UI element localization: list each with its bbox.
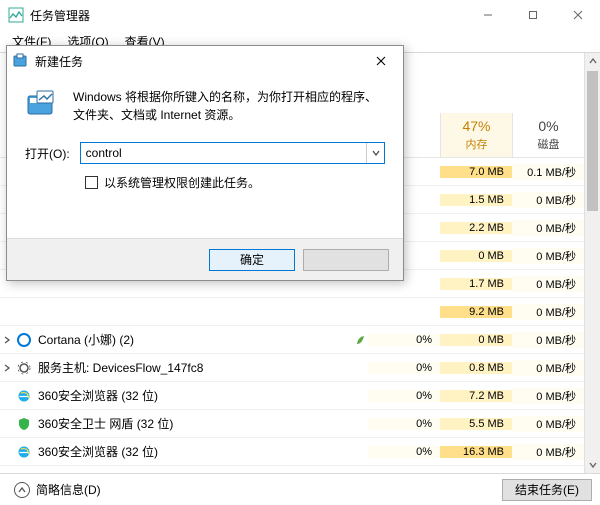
disk-cell: 0 MB/秒 xyxy=(512,304,584,320)
window-title: 任务管理器 xyxy=(30,7,465,24)
run-icon xyxy=(25,88,59,122)
memory-cell: 0 MB xyxy=(440,250,512,262)
admin-checkbox[interactable] xyxy=(85,176,98,189)
disk-cell: 0.1 MB/秒 xyxy=(512,164,584,180)
open-input[interactable] xyxy=(81,143,366,163)
close-button[interactable] xyxy=(555,0,600,30)
disk-cell: 0 MB/秒 xyxy=(512,388,584,404)
fewer-details-button[interactable]: 简略信息(D) xyxy=(8,478,107,501)
minimize-button[interactable] xyxy=(465,0,510,30)
app-icon xyxy=(8,7,24,23)
open-combobox[interactable] xyxy=(80,142,385,164)
dialog-button-row: 确定 xyxy=(7,238,403,280)
disk-cell: 0 MB/秒 xyxy=(512,444,584,460)
maximize-button[interactable] xyxy=(510,0,555,30)
cpu-cell: 0% xyxy=(368,446,440,458)
dropdown-icon[interactable] xyxy=(366,143,384,163)
process-icon xyxy=(16,304,32,320)
table-row[interactable]: 服务主机: DevicesFlow_147fc80%0.8 MB0 MB/秒 xyxy=(0,354,600,382)
table-row[interactable]: 360安全浏览器 (32 位)0%16.3 MB0 MB/秒 xyxy=(0,438,600,466)
admin-label: 以系统管理权限创建此任务。 xyxy=(104,174,260,191)
disk-cell: 0 MB/秒 xyxy=(512,416,584,432)
disk-cell: 0 MB/秒 xyxy=(512,360,584,376)
scrollbar[interactable] xyxy=(584,53,600,473)
cpu-cell: 0% xyxy=(368,362,440,374)
column-memory[interactable]: 47% 内存 xyxy=(440,113,512,157)
memory-cell: 9.2 MB xyxy=(440,306,512,318)
scroll-up-icon[interactable] xyxy=(585,53,600,69)
dialog-close-button[interactable] xyxy=(365,50,397,72)
memory-cell: 0 MB xyxy=(440,334,512,346)
process-name: 360安全卫士 网盾 (32 位) xyxy=(36,415,368,432)
memory-cell: 7.2 MB xyxy=(440,390,512,402)
disk-cell: 0 MB/秒 xyxy=(512,248,584,264)
cancel-button[interactable] xyxy=(303,249,389,271)
memory-cell: 7.0 MB xyxy=(440,166,512,178)
disk-cell: 0 MB/秒 xyxy=(512,192,584,208)
cpu-cell: 0% xyxy=(368,334,440,346)
process-icon xyxy=(16,388,32,404)
process-name: 360安全浏览器 (32 位) xyxy=(36,443,368,460)
table-row[interactable]: Cortana (小娜) (2) 0%0 MB0 MB/秒 xyxy=(0,326,600,354)
process-name: 服务主机: DevicesFlow_147fc8 xyxy=(36,359,368,376)
leaf-icon xyxy=(354,335,368,345)
disk-cell: 0 MB/秒 xyxy=(512,276,584,292)
process-name: 360安全浏览器 (32 位) xyxy=(36,387,368,404)
disk-cell: 0 MB/秒 xyxy=(512,332,584,348)
disk-cell: 0 MB/秒 xyxy=(512,220,584,236)
process-icon xyxy=(16,360,32,376)
process-name: Cortana (小娜) (2) xyxy=(36,331,352,348)
memory-cell: 0.8 MB xyxy=(440,362,512,374)
new-task-dialog: 新建任务 Windows 将根据你所键入的名称，为你打开相应的程序、文件夹、文档… xyxy=(6,45,404,281)
table-row[interactable]: 360安全浏览器 (32 位)0%7.2 MB0 MB/秒 xyxy=(0,382,600,410)
memory-cell: 2.2 MB xyxy=(440,222,512,234)
dialog-description: Windows 将根据你所键入的名称，为你打开相应的程序、文件夹、文档或 Int… xyxy=(73,88,385,124)
memory-cell: 1.5 MB xyxy=(440,194,512,206)
process-icon xyxy=(16,444,32,460)
table-row[interactable]: 9.2 MB0 MB/秒 xyxy=(0,298,600,326)
expand-icon[interactable] xyxy=(0,336,14,344)
end-task-button[interactable]: 结束任务(E) xyxy=(502,479,592,501)
scroll-down-icon[interactable] xyxy=(585,457,600,473)
chevron-up-icon xyxy=(14,482,30,498)
dialog-titlebar: 新建任务 xyxy=(7,46,403,76)
titlebar: 任务管理器 xyxy=(0,0,600,30)
column-disk[interactable]: 0% 磁盘 xyxy=(512,113,584,157)
cpu-cell: 0% xyxy=(368,418,440,430)
memory-cell: 1.7 MB xyxy=(440,278,512,290)
table-row[interactable]: 360安全卫士 网盾 (32 位)0%5.5 MB0 MB/秒 xyxy=(0,410,600,438)
scroll-thumb[interactable] xyxy=(587,71,598,211)
memory-cell: 5.5 MB xyxy=(440,418,512,430)
dialog-icon xyxy=(13,53,29,69)
open-label: 打开(O): xyxy=(25,145,70,162)
dialog-title: 新建任务 xyxy=(35,53,365,70)
statusbar: 简略信息(D) 结束任务(E) xyxy=(0,473,600,505)
ok-button[interactable]: 确定 xyxy=(209,249,295,271)
process-icon xyxy=(16,332,32,348)
expand-icon[interactable] xyxy=(0,364,14,372)
memory-cell: 16.3 MB xyxy=(440,446,512,458)
cpu-cell: 0% xyxy=(368,390,440,402)
process-icon xyxy=(16,416,32,432)
